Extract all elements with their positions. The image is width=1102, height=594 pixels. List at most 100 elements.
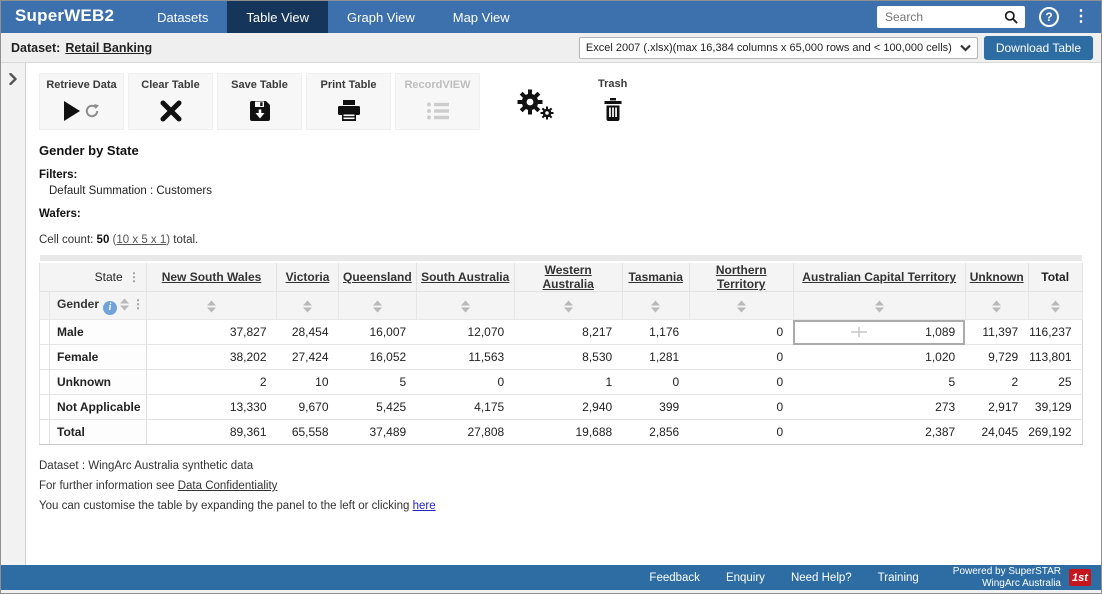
overflow-menu-icon[interactable]: ⋮ [1073, 9, 1089, 25]
table-cell[interactable]: 399 [622, 395, 689, 420]
save-table-button[interactable]: Save Table [217, 73, 302, 130]
row-header[interactable]: Male [50, 320, 147, 345]
retrieve-data-button[interactable]: Retrieve Data [39, 73, 124, 130]
sort-toggle[interactable] [1028, 292, 1082, 320]
table-cell[interactable]: 37,489 [339, 420, 417, 445]
table-cell[interactable]: 1,176 [622, 320, 689, 345]
enquiry-link[interactable]: Enquiry [726, 572, 765, 584]
column-header[interactable]: Queensland [339, 262, 417, 292]
column-header[interactable]: Unknown [965, 262, 1028, 292]
panel-expander[interactable] [1, 63, 26, 565]
table-cell[interactable]: 0 [689, 370, 793, 395]
table-cell[interactable]: 13,330 [147, 395, 277, 420]
table-cell[interactable]: 37,827 [147, 320, 277, 345]
sort-toggle[interactable] [689, 292, 793, 320]
info-icon[interactable]: i [103, 301, 117, 315]
table-cell[interactable]: 2 [965, 370, 1028, 395]
sort-toggle[interactable] [339, 292, 417, 320]
table-cell[interactable]: 4,175 [416, 395, 514, 420]
column-header[interactable]: Western Australia [514, 262, 622, 292]
sort-toggle[interactable] [965, 292, 1028, 320]
table-cell[interactable]: 39,129 [1028, 395, 1082, 420]
table-cell[interactable]: 0 [416, 370, 514, 395]
table-cell[interactable]: 19,688 [514, 420, 622, 445]
table-cell[interactable]: 8,530 [514, 345, 622, 370]
search-box[interactable] [877, 6, 1025, 28]
dataset-name-link[interactable]: Retail Banking [65, 41, 152, 55]
need-help-link[interactable]: Need Help? [791, 572, 852, 584]
table-cell[interactable]: 8,217 [514, 320, 622, 345]
table-cell[interactable]: 1,281 [622, 345, 689, 370]
data-confidentiality-link[interactable]: Data Confidentiality [178, 480, 278, 492]
table-cell[interactable]: 113,801 [1028, 345, 1082, 370]
tab-datasets[interactable]: Datasets [138, 1, 227, 33]
search-icon[interactable] [1004, 10, 1019, 25]
sort-toggle[interactable] [277, 292, 339, 320]
row-header[interactable]: Not Applicable [50, 395, 147, 420]
table-cell[interactable]: 9,670 [277, 395, 339, 420]
table-cell[interactable]: 9,729 [965, 345, 1028, 370]
column-header[interactable]: Northern Territory [689, 262, 793, 292]
table-cell[interactable]: 5,425 [339, 395, 417, 420]
column-header[interactable]: South Australia [416, 262, 514, 292]
tab-graph-view[interactable]: Graph View [328, 1, 434, 33]
table-cell[interactable]: 16,052 [339, 345, 417, 370]
column-header[interactable]: Victoria [277, 262, 339, 292]
table-cell[interactable]: 89,361 [147, 420, 277, 445]
table-cell[interactable]: 2,856 [622, 420, 689, 445]
column-header[interactable]: New South Wales [147, 262, 277, 292]
kebab-menu-icon[interactable]: ⋮ [126, 270, 142, 284]
help-icon[interactable]: ? [1039, 7, 1059, 27]
trash-button[interactable]: Trash [598, 73, 627, 124]
feedback-link[interactable]: Feedback [649, 572, 700, 584]
column-header[interactable]: Australian Capital Territory [793, 262, 965, 292]
sort-toggle[interactable] [514, 292, 622, 320]
table-cell[interactable]: 28,454 [277, 320, 339, 345]
table-cell[interactable]: 2,387 [793, 420, 965, 445]
download-table-button[interactable]: Download Table [984, 36, 1093, 60]
table-cell[interactable]: 1,089 [793, 320, 965, 345]
table-cell[interactable]: 2 [147, 370, 277, 395]
table-cell[interactable]: 1 [514, 370, 622, 395]
table-cell[interactable]: 27,424 [277, 345, 339, 370]
table-cell[interactable]: 0 [689, 320, 793, 345]
table-cell[interactable]: 25 [1028, 370, 1082, 395]
table-cell[interactable]: 0 [689, 345, 793, 370]
row-header[interactable]: Female [50, 345, 147, 370]
print-table-button[interactable]: Print Table [306, 73, 391, 130]
sort-toggle[interactable] [147, 292, 277, 320]
search-input[interactable] [885, 10, 1004, 24]
tab-table-view[interactable]: Table View [227, 1, 328, 33]
table-cell[interactable]: 24,045 [965, 420, 1028, 445]
column-header[interactable]: Tasmania [622, 262, 689, 292]
table-cell[interactable]: 11,563 [416, 345, 514, 370]
table-cell[interactable]: 116,237 [1028, 320, 1082, 345]
table-cell[interactable]: 16,007 [339, 320, 417, 345]
sort-toggle[interactable] [793, 292, 965, 320]
table-cell[interactable]: 11,397 [965, 320, 1028, 345]
table-options-button[interactable] [516, 89, 556, 126]
table-cell[interactable]: 10 [277, 370, 339, 395]
table-cell[interactable]: 12,070 [416, 320, 514, 345]
table-cell[interactable]: 2,917 [965, 395, 1028, 420]
row-header[interactable]: Unknown [50, 370, 147, 395]
sort-toggle[interactable] [622, 292, 689, 320]
table-cell[interactable]: 2,940 [514, 395, 622, 420]
table-cell[interactable]: 0 [689, 420, 793, 445]
table-cell[interactable]: 0 [689, 395, 793, 420]
row-header[interactable]: Total [50, 420, 147, 445]
table-cell[interactable]: 5 [793, 370, 965, 395]
export-format-select[interactable]: Excel 2007 (.xlsx)(max 16,384 columns x … [579, 37, 978, 59]
training-link[interactable]: Training [878, 572, 919, 584]
table-cell[interactable]: 65,558 [277, 420, 339, 445]
table-cell[interactable]: 38,202 [147, 345, 277, 370]
kebab-menu-icon[interactable]: ⋮ [130, 297, 146, 311]
sort-toggle[interactable] [416, 292, 514, 320]
table-cell[interactable]: 1,020 [793, 345, 965, 370]
customise-here-link[interactable]: here [413, 500, 436, 512]
tab-map-view[interactable]: Map View [434, 1, 529, 33]
cell-count-link[interactable]: 10 x 5 x 1 [116, 234, 166, 246]
table-cell[interactable]: 273 [793, 395, 965, 420]
column-header[interactable]: Total [1028, 262, 1082, 292]
table-cell[interactable]: 269,192 [1028, 420, 1082, 445]
